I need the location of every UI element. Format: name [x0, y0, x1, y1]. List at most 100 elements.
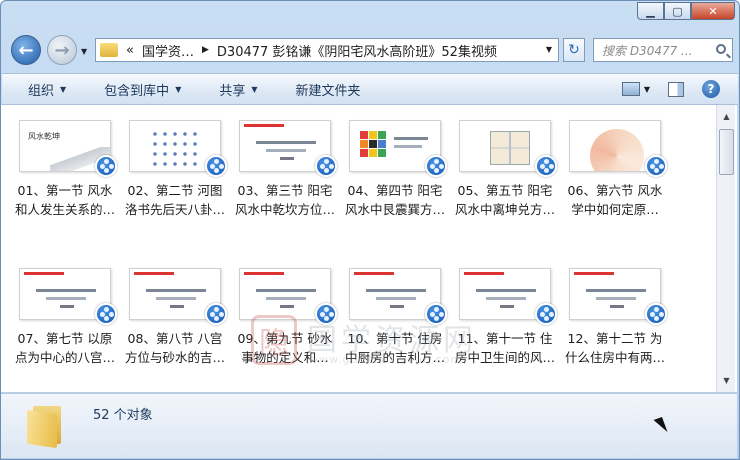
- scroll-down-icon[interactable]: ▼: [719, 373, 734, 387]
- view-options-dropdown[interactable]: ▼: [644, 85, 650, 94]
- new-folder-button[interactable]: 新建文件夹: [284, 80, 373, 99]
- file-name: 03、第三节 阳宅 风水中乾坎方位…: [231, 181, 339, 219]
- share-menu[interactable]: 共享 ▼: [207, 80, 269, 99]
- file-name-line1: 09、第九节 砂水: [237, 331, 333, 346]
- search-placeholder: 搜索 D30477 ...: [602, 43, 693, 58]
- file-name-line2: 洛书先后天八卦…: [124, 202, 225, 217]
- video-player-icon: [425, 155, 447, 177]
- video-player-icon: [535, 303, 557, 325]
- folder-icon: [100, 43, 118, 57]
- video-player-icon: [315, 303, 337, 325]
- file-name-line1: 06、第六节 风水: [567, 183, 663, 198]
- file-name-line1: 08、第八节 八宫: [127, 331, 223, 346]
- video-player-icon: [205, 155, 227, 177]
- refresh-button[interactable]: ↻: [563, 38, 585, 62]
- organize-label: 组织: [28, 83, 55, 99]
- change-view-icon[interactable]: [621, 82, 640, 96]
- video-player-icon: [425, 303, 447, 325]
- include-library-label: 包含到库中: [104, 83, 170, 99]
- vertical-scrollbar[interactable]: ▲ ▼: [716, 105, 735, 392]
- file-name: 06、第六节 风水 学中如何定原…: [561, 181, 669, 219]
- file-name-line1: 02、第二节 河图: [127, 183, 223, 198]
- chevron-down-icon: ▼: [175, 84, 182, 94]
- file-name-line1: 07、第七节 以原: [17, 331, 113, 346]
- file-name-line1: 04、第四节 阳宅: [347, 183, 443, 198]
- search-icon[interactable]: [716, 44, 726, 54]
- video-player-icon: [645, 155, 667, 177]
- video-player-icon: [95, 155, 117, 177]
- chevron-down-icon: ▼: [60, 84, 67, 94]
- navigation-bar: ← → ▼ « 国学资… ▶ D30477 彭铭谦《阴阳宅风水高阶班》52集视频…: [1, 33, 740, 69]
- refresh-icon: ↻: [568, 42, 580, 58]
- close-button[interactable]: ✕: [691, 2, 735, 20]
- chevron-down-icon: ▼: [251, 84, 258, 94]
- file-list: 风水乾坤 01、第一节 风水 和人发生关系的… 02、第二节 河图 洛书先后天八卦… 03…: [1, 105, 737, 392]
- file-name: 11、第十一节 住房中卫生间的风…: [451, 329, 559, 367]
- forward-arrow-icon: →: [54, 39, 70, 61]
- video-player-icon: [535, 155, 557, 177]
- file-name: 09、第九节 砂水 事物的定义和…: [231, 329, 339, 367]
- file-name-line2: 风水中艮震巽方…: [344, 202, 445, 217]
- help-icon[interactable]: ?: [702, 80, 720, 98]
- organize-menu[interactable]: 组织 ▼: [16, 80, 78, 99]
- address-dropdown-icon[interactable]: ▼: [546, 45, 552, 54]
- file-name: 05、第五节 阳宅 风水中离坤兑方…: [451, 181, 559, 219]
- video-player-icon: [205, 303, 227, 325]
- chevron-right-icon[interactable]: ▶: [202, 45, 209, 55]
- recent-pages-dropdown[interactable]: ▼: [81, 47, 87, 56]
- minimize-icon: ▁: [646, 4, 655, 18]
- folder-icon: [27, 404, 67, 449]
- thumbnail-title: 风水乾坤: [28, 132, 60, 141]
- file-name: 02、第二节 河图 洛书先后天八卦…: [121, 181, 229, 219]
- include-in-library-menu[interactable]: 包含到库中 ▼: [92, 80, 193, 99]
- share-label: 共享: [219, 83, 246, 99]
- file-name-line2: 事物的定义和…: [241, 350, 329, 365]
- item-count: 52 个对象: [93, 408, 153, 423]
- file-name: 12、第十二节 为什么住房中有两…: [561, 329, 669, 367]
- file-name-line2: 中厨房的吉利方…: [344, 350, 445, 365]
- breadcrumb-item-current[interactable]: D30477 彭铭谦《阴阳宅风水高阶班》52集视频: [217, 41, 497, 60]
- maximize-icon: ▢: [672, 4, 683, 18]
- search-input[interactable]: 搜索 D30477 ...: [593, 38, 733, 62]
- new-folder-label: 新建文件夹: [295, 83, 361, 99]
- file-name: 01、第一节 风水 和人发生关系的…: [11, 181, 119, 219]
- file-name-line1: 05、第五节 阳宅: [457, 183, 553, 198]
- file-name-line2: 什么住房中有两…: [564, 350, 665, 365]
- file-name-line2: 点为中心的八宫…: [14, 350, 115, 365]
- file-name: 04、第四节 阳宅 风水中艮震巽方…: [341, 181, 449, 219]
- command-bar: 组织 ▼ 包含到库中 ▼ 共享 ▼ 新建文件夹 ▼ ?: [2, 73, 738, 105]
- file-name-line1: 11、第十一节 住: [457, 331, 553, 346]
- view-controls: ▼ ?: [621, 80, 720, 98]
- file-name-line1: 01、第一节 风水: [17, 183, 113, 198]
- details-pane: 52 个对象: [1, 393, 737, 458]
- file-name-line2: 和人发生关系的…: [14, 202, 115, 217]
- breadcrumb-item-guoxue[interactable]: 国学资…: [142, 41, 194, 60]
- close-icon: ✕: [708, 4, 718, 18]
- preview-pane-icon[interactable]: [668, 81, 684, 97]
- breadcrumb-overflow[interactable]: «: [126, 43, 134, 58]
- scroll-up-icon[interactable]: ▲: [719, 109, 734, 123]
- file-name-line2: 学中如何定原…: [571, 202, 659, 217]
- title-bar: ▁ ▢ ✕: [1, 1, 740, 31]
- file-name-line2: 风水中乾坎方位…: [234, 202, 335, 217]
- minimize-button[interactable]: ▁: [637, 2, 664, 20]
- file-name-line1: 03、第三节 阳宅: [237, 183, 333, 198]
- video-player-icon: [645, 303, 667, 325]
- file-name-line2: 风水中离坤兑方…: [454, 202, 555, 217]
- back-arrow-icon: ←: [18, 39, 34, 61]
- file-name-line1: 12、第十二节 为: [567, 331, 663, 346]
- video-player-icon: [95, 303, 117, 325]
- file-name-line1: 10、第十节 住房: [347, 331, 443, 346]
- file-name: 10、第十节 住房 中厨房的吉利方…: [341, 329, 449, 367]
- file-name-line2: 房中卫生间的风…: [454, 350, 555, 365]
- window-controls: ▁ ▢ ✕: [637, 2, 735, 20]
- forward-button[interactable]: →: [47, 35, 77, 65]
- file-name: 07、第七节 以原 点为中心的八宫…: [11, 329, 119, 367]
- video-player-icon: [315, 155, 337, 177]
- maximize-button[interactable]: ▢: [664, 2, 691, 20]
- back-button[interactable]: ←: [11, 35, 41, 65]
- file-name: 08、第八节 八宫 方位与砂水的吉…: [121, 329, 229, 367]
- file-name-line2: 方位与砂水的吉…: [124, 350, 225, 365]
- scrollbar-thumb[interactable]: [719, 129, 734, 175]
- address-bar[interactable]: « 国学资… ▶ D30477 彭铭谦《阴阳宅风水高阶班》52集视频 ▼: [95, 38, 559, 62]
